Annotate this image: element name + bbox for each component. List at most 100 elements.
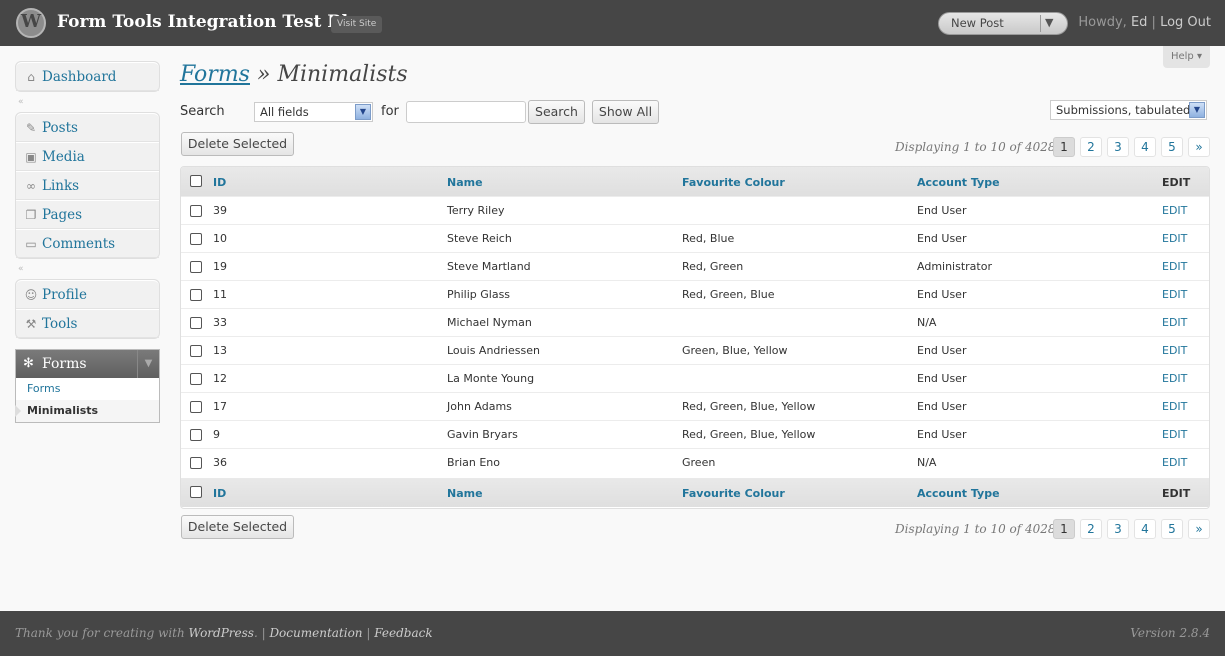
page-link[interactable]: 4 [1134,519,1156,539]
sidebar-item-pages[interactable]: ❐ Pages [16,200,159,229]
sidebar-item-profile[interactable]: ☺ Profile [16,280,159,309]
row-checkbox[interactable] [190,261,202,273]
submenu-item-forms[interactable]: Forms [16,378,159,400]
column-header-account-type[interactable]: Account Type [917,176,1000,189]
search-input[interactable] [406,101,526,123]
cell-account-type: Administrator [917,260,992,273]
menu-separator[interactable]: « [15,264,160,274]
page-link[interactable]: 1 [1053,137,1075,157]
next-page-link[interactable]: » [1188,519,1210,539]
page-link[interactable]: 4 [1134,137,1156,157]
breadcrumb-forms-link[interactable]: Forms [180,62,250,87]
select-all-checkbox[interactable] [190,175,202,187]
column-header-account-type[interactable]: Account Type [917,487,1000,500]
row-checkbox[interactable] [190,401,202,413]
sidebar-item-tools[interactable]: ⚒ Tools [16,309,159,338]
chevron-down-icon[interactable]: ▼ [1045,16,1053,29]
menu-separator[interactable]: « [15,97,160,107]
column-header-id[interactable]: ID [213,487,226,500]
row-checkbox[interactable] [190,233,202,245]
column-header-favourite-colour[interactable]: Favourite Colour [682,176,785,189]
row-checkbox[interactable] [190,345,202,357]
search-field-value: All fields [260,105,309,119]
delete-selected-button[interactable]: Delete Selected [181,515,294,539]
sidebar-item-dashboard[interactable]: ⌂ Dashboard [16,62,159,91]
documentation-link[interactable]: Documentation [269,626,362,640]
new-post-dropdown[interactable]: New Post ▼ [938,12,1068,35]
edit-link[interactable]: EDIT [1162,316,1187,329]
edit-link[interactable]: EDIT [1162,344,1187,357]
edit-link[interactable]: EDIT [1162,456,1187,469]
page-link[interactable]: 3 [1107,519,1129,539]
sidebar-item-label: Forms [42,356,87,372]
user-profile-link[interactable]: Ed [1131,15,1147,30]
wordpress-link[interactable]: WordPress [189,626,254,640]
row-checkbox[interactable] [190,457,202,469]
edit-link[interactable]: EDIT [1162,400,1187,413]
row-checkbox[interactable] [190,205,202,217]
links-icon: ∞ [26,179,36,193]
search-label: Search [180,104,225,119]
cell-id: 36 [213,456,227,469]
edit-link[interactable]: EDIT [1162,204,1187,217]
cell-name: La Monte Young [447,372,535,385]
select-all-checkbox[interactable] [190,486,202,498]
edit-link[interactable]: EDIT [1162,288,1187,301]
displaying-count: Displaying 1 to 10 of 4028 [895,522,1056,536]
column-header-id[interactable]: ID [213,176,226,189]
edit-link[interactable]: EDIT [1162,372,1187,385]
edit-link[interactable]: EDIT [1162,260,1187,273]
sidebar-item-label: Tools [42,316,78,332]
cell-name: Brian Eno [447,456,500,469]
view-select[interactable]: Submissions, tabulated ▼ [1050,100,1207,120]
chevron-down-icon[interactable]: ▼ [355,104,371,120]
cell-account-type: End User [917,428,967,441]
logout-link[interactable]: Log Out [1160,15,1211,30]
cell-account-type: End User [917,232,967,245]
cell-account-type: End User [917,372,967,385]
cell-id: 13 [213,344,227,357]
menu-toggle-icon[interactable]: ▼ [137,350,159,378]
search-field-select[interactable]: All fields ▼ [254,102,373,122]
admin-header: W Form Tools Integration Test Blog Visit… [0,0,1225,46]
edit-link[interactable]: EDIT [1162,428,1187,441]
sidebar-item-forms[interactable]: ✻ Forms ▼ [16,350,159,378]
cell-id: 9 [213,428,220,441]
row-checkbox[interactable] [190,429,202,441]
help-button[interactable]: Help ▾ [1163,46,1210,68]
sidebar-item-media[interactable]: ▣ Media [16,142,159,171]
sidebar-item-label: Links [42,178,80,194]
sidebar-item-comments[interactable]: ▭ Comments [16,229,159,258]
page-link[interactable]: 2 [1080,137,1102,157]
menu-group-users: ☺ Profile ⚒ Tools [15,279,160,339]
next-page-link[interactable]: » [1188,137,1210,157]
row-checkbox[interactable] [190,289,202,301]
pages-icon: ❐ [25,208,37,222]
search-button[interactable]: Search [528,100,585,124]
page-link[interactable]: 1 [1053,519,1075,539]
delete-selected-button[interactable]: Delete Selected [181,132,294,156]
show-all-button[interactable]: Show All [592,100,659,124]
column-header-name[interactable]: Name [447,176,483,189]
edit-link[interactable]: EDIT [1162,232,1187,245]
submenu-item-minimalists[interactable]: Minimalists [15,400,159,422]
new-post-label[interactable]: New Post [951,16,1004,30]
table-header: ID Name Favourite Colour Account Type ED… [181,167,1209,196]
current-indicator-icon [15,405,21,417]
submenu-item-label: Minimalists [27,404,99,417]
row-checkbox[interactable] [190,317,202,329]
feedback-link[interactable]: Feedback [374,626,432,640]
column-header-name[interactable]: Name [447,487,483,500]
cell-favourite-colour: Red, Green, Blue, Yellow [682,428,816,441]
page-link[interactable]: 5 [1161,137,1183,157]
row-checkbox[interactable] [190,373,202,385]
page-link[interactable]: 2 [1080,519,1102,539]
sidebar-item-links[interactable]: ∞ Links [16,171,159,200]
page-link[interactable]: 3 [1107,137,1129,157]
column-header-favourite-colour[interactable]: Favourite Colour [682,487,785,500]
chevron-down-icon[interactable]: ▼ [1189,102,1205,118]
table-row: 39 Terry Riley End User EDIT [181,196,1209,224]
visit-site-button[interactable]: Visit Site [331,16,383,33]
page-link[interactable]: 5 [1161,519,1183,539]
sidebar-item-posts[interactable]: ✎ Posts [16,113,159,142]
